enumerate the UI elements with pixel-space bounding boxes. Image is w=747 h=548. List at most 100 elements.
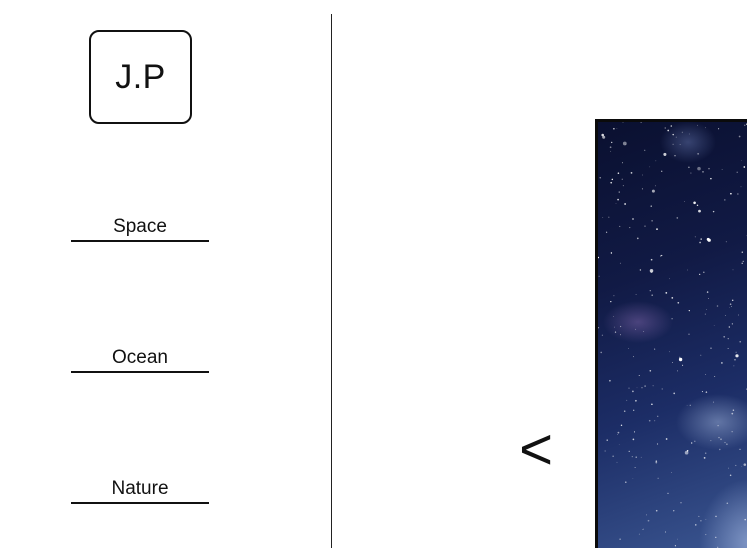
star bbox=[654, 348, 656, 350]
star bbox=[610, 300, 612, 303]
star bbox=[615, 203, 617, 204]
star bbox=[655, 460, 658, 462]
star bbox=[741, 262, 743, 264]
star bbox=[641, 188, 643, 190]
star bbox=[697, 124, 698, 126]
star bbox=[611, 178, 614, 181]
star bbox=[674, 155, 676, 157]
star bbox=[644, 149, 646, 151]
star bbox=[641, 387, 643, 389]
logo[interactable]: J.P bbox=[89, 30, 192, 124]
star bbox=[729, 307, 730, 308]
star bbox=[628, 348, 629, 349]
star bbox=[731, 323, 734, 325]
star bbox=[618, 444, 620, 445]
star bbox=[735, 351, 737, 353]
star bbox=[656, 228, 658, 230]
star bbox=[635, 294, 637, 295]
star bbox=[721, 169, 723, 170]
star bbox=[655, 461, 658, 464]
star bbox=[651, 403, 653, 406]
star bbox=[669, 278, 670, 280]
star bbox=[649, 290, 651, 292]
star bbox=[664, 531, 667, 533]
star bbox=[646, 514, 648, 516]
star bbox=[655, 509, 658, 512]
star bbox=[694, 440, 696, 443]
star bbox=[679, 144, 681, 145]
star bbox=[677, 538, 678, 540]
star bbox=[613, 316, 615, 317]
star bbox=[672, 143, 674, 145]
star bbox=[633, 409, 635, 411]
star bbox=[657, 415, 659, 417]
star bbox=[636, 237, 639, 240]
star bbox=[710, 177, 712, 180]
star bbox=[651, 220, 653, 222]
star bbox=[617, 172, 620, 174]
star bbox=[742, 260, 744, 262]
star bbox=[669, 351, 671, 353]
star bbox=[625, 143, 627, 145]
star bbox=[712, 401, 714, 403]
star bbox=[743, 463, 747, 466]
star bbox=[686, 450, 689, 452]
star bbox=[665, 438, 668, 440]
star bbox=[629, 227, 631, 229]
star bbox=[599, 177, 601, 179]
sidebar: J.P Space Ocean Nature bbox=[0, 0, 331, 548]
star bbox=[649, 369, 652, 372]
star bbox=[688, 166, 690, 169]
star bbox=[699, 241, 701, 244]
star bbox=[632, 218, 634, 220]
star bbox=[664, 127, 666, 129]
star bbox=[655, 160, 657, 162]
nav-item-nature[interactable]: Nature bbox=[71, 474, 209, 504]
star bbox=[731, 412, 734, 415]
star bbox=[739, 340, 741, 343]
star bbox=[705, 518, 707, 520]
star bbox=[705, 391, 708, 393]
star bbox=[698, 515, 700, 517]
star bbox=[676, 370, 679, 372]
star bbox=[613, 128, 615, 130]
star bbox=[728, 467, 730, 469]
nav-item-space[interactable]: Space bbox=[71, 212, 209, 242]
star bbox=[736, 171, 738, 173]
star bbox=[617, 198, 619, 201]
previous-arrow-button[interactable]: < bbox=[508, 416, 564, 484]
star bbox=[644, 385, 646, 387]
star bbox=[632, 390, 634, 393]
star bbox=[735, 464, 737, 467]
star bbox=[638, 375, 640, 376]
nav-item-ocean[interactable]: Ocean bbox=[71, 343, 209, 373]
star bbox=[698, 209, 701, 213]
star bbox=[710, 347, 712, 349]
star bbox=[674, 545, 676, 547]
star bbox=[731, 306, 732, 307]
star bbox=[741, 159, 742, 161]
star bbox=[598, 327, 600, 329]
star bbox=[635, 456, 637, 458]
star bbox=[731, 299, 734, 302]
star bbox=[724, 314, 726, 316]
star bbox=[667, 492, 669, 494]
star bbox=[690, 172, 692, 174]
star bbox=[671, 297, 674, 299]
star bbox=[647, 519, 650, 522]
star bbox=[719, 448, 721, 451]
star bbox=[649, 166, 651, 168]
star bbox=[648, 419, 651, 422]
star bbox=[622, 122, 624, 123]
star bbox=[729, 303, 732, 305]
star bbox=[673, 510, 675, 512]
star bbox=[714, 376, 716, 377]
star bbox=[673, 392, 676, 395]
star bbox=[725, 241, 727, 243]
star bbox=[660, 255, 662, 257]
star bbox=[626, 399, 628, 401]
star bbox=[642, 529, 643, 530]
star bbox=[678, 357, 683, 362]
star bbox=[702, 171, 704, 173]
star bbox=[623, 410, 626, 412]
